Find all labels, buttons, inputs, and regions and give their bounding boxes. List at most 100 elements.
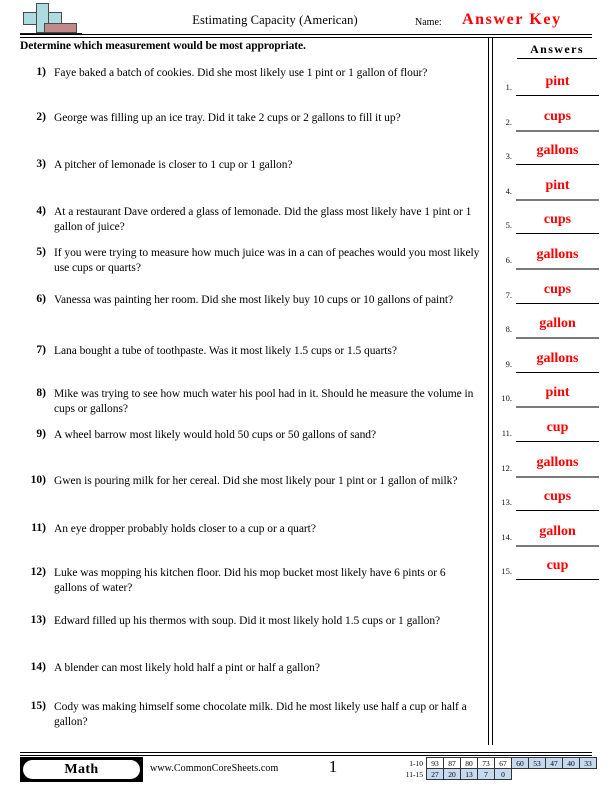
grade-row: 11-15 27 20 13 7 0: [397, 768, 597, 780]
answer-index: 6.: [505, 255, 512, 265]
question-number: 2): [36, 111, 46, 123]
question-text: Faye baked a batch of cookies. Did she m…: [54, 67, 428, 79]
question-number: 11): [31, 522, 46, 534]
answer-index: 14.: [501, 531, 512, 542]
header-divider-thick: [20, 34, 592, 35]
answers-heading: Answers: [517, 42, 597, 59]
question-item: 8) Mike was trying to see how much water …: [20, 387, 480, 416]
grade-row-label: 1-10: [409, 758, 423, 768]
answer-index: 7.: [505, 289, 512, 300]
answer-row: 14. gallon: [495, 520, 605, 550]
question-number: 6): [36, 293, 46, 305]
answer-blank-line: [516, 510, 599, 512]
answer-index: 4.: [505, 185, 512, 196]
question-item: 7) Lana bought a tube of toothpaste. Was …: [20, 344, 480, 359]
question-number: 10): [30, 474, 46, 486]
footer-divider-thin: [20, 755, 592, 756]
answer-index: 5.: [505, 220, 512, 231]
answer-value: gallons: [536, 454, 579, 470]
answer-index: 9.: [505, 358, 512, 369]
question-number: 15): [30, 700, 46, 712]
answer-row: 2. cups: [495, 105, 605, 135]
answer-row: 11. cup: [495, 416, 605, 446]
grade-row-label: 11-15: [405, 769, 423, 779]
grade-cell: 80: [460, 757, 478, 769]
answer-row: 5. cups: [495, 208, 605, 238]
answer-index: 2.: [505, 116, 512, 127]
question-text: Vanessa was painting her room. Did she m…: [54, 294, 454, 306]
question-text: Cody was making himself some chocolate m…: [54, 701, 467, 728]
question-text: Lana bought a tube of toothpaste. Was it…: [54, 345, 397, 357]
answer-blank-line: [516, 406, 599, 409]
answer-row: 1. pint: [495, 70, 605, 100]
answers-column: Answers 1. pint 2. cups 3. gallons 4. pint 5. cup…: [495, 38, 612, 598]
answer-blank-line: [516, 164, 599, 166]
answer-value: cup: [546, 558, 569, 574]
instructions-text: Determine which measurement would be mos…: [20, 40, 306, 52]
question-text: A pitcher of lemonade is closer to 1 cup…: [54, 159, 293, 171]
question-item: 10) Gwen is pouring milk for her cereal. …: [20, 474, 480, 489]
answer-blank-line: [516, 198, 599, 201]
answer-blank-line: [516, 95, 599, 96]
answer-blank-line: [516, 579, 599, 581]
page-header: Estimating Capacity (American) Name: Ans…: [0, 0, 612, 36]
question-number: 3): [36, 158, 46, 170]
question-text: A blender can most likely hold half a pi…: [54, 662, 320, 674]
answer-value: cups: [543, 212, 572, 228]
grading-scale-table: 1-10 93 87 80 73 67 60 53 47 40 33 11-15 27 20 13 7 0: [397, 757, 597, 780]
logo-plus-center: [37, 13, 48, 24]
answer-value: pint: [545, 74, 570, 89]
question-item: 1) Faye baked a batch of cookies. Did she…: [20, 66, 480, 81]
answer-row: 6. gallons: [495, 243, 605, 273]
answer-value: cups: [543, 108, 572, 124]
grade-cell-empty: [563, 769, 580, 780]
answer-value: gallon: [539, 316, 576, 332]
grade-cell: 73: [477, 757, 495, 769]
question-text: Luke was mopping his kitchen floor. Did …: [54, 567, 446, 594]
answer-index: 1.: [505, 82, 512, 92]
question-text: If you were trying to measure how much j…: [54, 247, 480, 274]
grade-cell: 33: [579, 757, 597, 769]
grade-cell: 87: [443, 757, 461, 769]
answer-row: 3. gallons: [495, 139, 605, 169]
answer-index: 11.: [501, 428, 512, 438]
question-text: At a restaurant Dave ordered a glass of …: [54, 206, 472, 233]
question-item: 9) A wheel barrow most likely would hold …: [20, 428, 480, 443]
grade-cell: 93: [426, 757, 444, 769]
answer-index: 12.: [501, 462, 512, 473]
question-item: 5) If you were trying to measure how much…: [20, 246, 480, 275]
subject-badge: Math: [20, 757, 143, 782]
subject-badge-label: Math: [64, 762, 99, 777]
question-text: George was filling up an ice tray. Did i…: [54, 112, 401, 124]
question-number: 4): [36, 205, 46, 217]
question-text: An eye dropper probably holds closer to …: [54, 523, 316, 535]
grade-cell-empty: [546, 769, 563, 780]
grade-cell: 47: [545, 757, 563, 769]
subject-badge-pill: Math: [23, 760, 140, 779]
grade-cell: 20: [443, 768, 461, 780]
question-text: A wheel barrow most likely would hold 50…: [54, 429, 377, 441]
question-item: 15) Cody was making himself some chocolat…: [20, 700, 480, 729]
grade-cell: 53: [528, 757, 546, 769]
grade-cell: 27: [426, 768, 444, 780]
question-text: Mike was trying to see how much water hi…: [54, 388, 474, 415]
answer-value: gallon: [539, 523, 576, 539]
question-item: 13) Edward filled up his thermos with sou…: [20, 614, 480, 629]
grade-row: 1-10 93 87 80 73 67 60 53 47 40 33: [397, 757, 597, 769]
question-text: Gwen is pouring milk for her cereal. Did…: [54, 475, 458, 487]
answer-blank-line: [516, 268, 599, 270]
name-label: Name:: [415, 17, 442, 28]
question-item: 14) A blender can most likely hold half a…: [20, 661, 480, 676]
site-url: www.CommonCoreSheets.com: [150, 763, 279, 774]
answer-blank-line: [516, 129, 599, 132]
answer-index: 3.: [505, 151, 512, 162]
answer-index: 10.: [501, 393, 512, 404]
question-number: 9): [36, 428, 46, 440]
answer-index: 13.: [501, 497, 512, 508]
answer-value: cups: [543, 489, 572, 505]
worksheet-page: Estimating Capacity (American) Name: Ans…: [0, 0, 612, 792]
footer-divider-thick: [20, 752, 592, 753]
answer-row: 4. pint: [495, 174, 605, 204]
question-item: 3) A pitcher of lemonade is closer to 1 c…: [20, 158, 480, 173]
question-number: 14): [30, 661, 46, 673]
